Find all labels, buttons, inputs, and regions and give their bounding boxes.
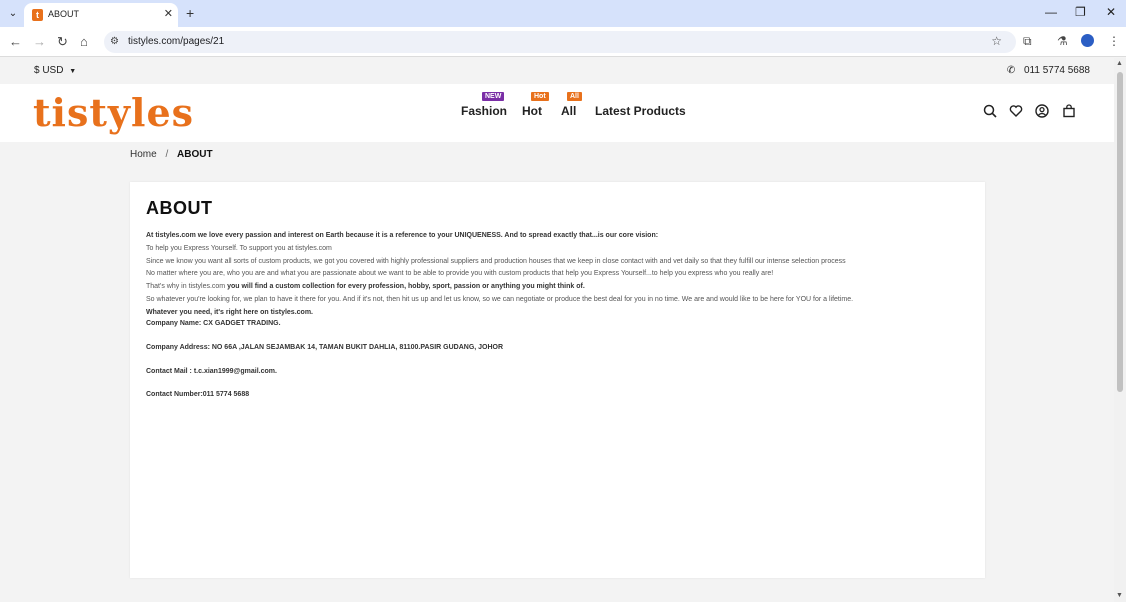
- menu-all[interactable]: All All: [561, 92, 582, 118]
- badge-new: NEW: [482, 92, 505, 101]
- tab-title: ABOUT: [48, 9, 80, 19]
- page-scrollbar[interactable]: ▲ ▼: [1114, 58, 1126, 602]
- about-paragraph: Since we know you want all sorts of cust…: [146, 257, 846, 265]
- tab-search-dropdown-icon[interactable]: ⌄: [5, 7, 21, 21]
- about-paragraph: So whatever you're looking for, we plan …: [146, 295, 854, 303]
- browser-menu-icon[interactable]: ⋮: [1108, 34, 1120, 48]
- new-tab-button[interactable]: +: [186, 5, 194, 21]
- site-logo[interactable]: tistyles: [33, 90, 194, 135]
- currency-label: $ USD: [34, 65, 64, 76]
- search-icon[interactable]: [983, 104, 997, 121]
- about-paragraph: Whatever you need, it's right here on ti…: [146, 308, 313, 316]
- breadcrumb: Home / ABOUT: [130, 149, 213, 160]
- wishlist-heart-icon[interactable]: [1009, 104, 1023, 121]
- bookmark-star-icon[interactable]: ☆: [991, 34, 1002, 48]
- about-body: At tistyles.com we love every passion an…: [146, 230, 966, 320]
- about-paragraph: No matter where you are, who you are and…: [146, 270, 774, 278]
- browser-tab-about[interactable]: t ABOUT ✕: [24, 3, 178, 27]
- site-info-icon[interactable]: ⚙: [110, 36, 119, 47]
- about-paragraph: That's why in tistyles.com you will find…: [146, 281, 966, 294]
- about-paragraph: At tistyles.com we love every passion an…: [146, 232, 659, 239]
- breadcrumb-current: ABOUT: [177, 149, 213, 160]
- browser-toolbar: ← → ↻ ⌂ ⚙ tistyles.com/pages/21 ☆ ⧉ ⚗ ⋮: [0, 27, 1126, 57]
- forward-icon[interactable]: →: [33, 34, 46, 49]
- phone-contact[interactable]: ✆ 011 5774 5688: [1007, 65, 1090, 76]
- site-header: tistyles NEW Fashion Hot Hot All All Lat…: [0, 84, 1114, 142]
- site-favicon-icon: t: [32, 9, 43, 21]
- url-text[interactable]: tistyles.com/pages/21: [128, 36, 224, 47]
- menu-fashion-label: Fashion: [461, 104, 508, 118]
- account-user-icon[interactable]: [1035, 104, 1049, 121]
- contact-number: Contact Number:011 5774 5688: [146, 391, 250, 398]
- window-close-icon[interactable]: ✕: [1106, 5, 1116, 19]
- contact-mail: Contact Mail : t.c.xian1999@gmail.com.: [146, 368, 277, 375]
- page-title: ABOUT: [146, 198, 213, 218]
- about-text: That's why in tistyles.com: [146, 283, 228, 291]
- scroll-down-icon[interactable]: ▼: [1116, 592, 1123, 599]
- labs-flask-icon[interactable]: ⚗: [1057, 34, 1068, 48]
- extensions-icon[interactable]: ⧉: [1023, 34, 1032, 49]
- page-viewport: $ USD ▼ ✆ 011 5774 5688 tistyles NEW Fas…: [0, 58, 1114, 602]
- top-bar: $ USD ▼ ✆ 011 5774 5688: [0, 58, 1114, 84]
- breadcrumb-separator: /: [165, 149, 169, 160]
- home-icon[interactable]: ⌂: [80, 34, 88, 49]
- reload-icon[interactable]: ↻: [57, 34, 68, 50]
- address-bar[interactable]: ⚙ tistyles.com/pages/21 ☆: [104, 31, 1016, 53]
- phone-icon: ✆: [1006, 65, 1016, 76]
- scrollbar-thumb[interactable]: [1117, 72, 1123, 392]
- phone-number: 011 5774 5688: [1024, 65, 1090, 76]
- menu-hot-label: Hot: [522, 104, 542, 118]
- badge-hot: Hot: [531, 92, 549, 101]
- menu-latest-products[interactable]: Latest Products: [595, 104, 686, 118]
- company-name: Company Name: CX GADGET TRADING.: [146, 320, 281, 327]
- about-paragraph: To help you Express Yourself. To support…: [146, 244, 332, 252]
- menu-latest-products-label: Latest Products: [595, 104, 686, 118]
- scroll-up-icon[interactable]: ▲: [1116, 60, 1123, 67]
- cart-bag-icon[interactable]: [1062, 104, 1076, 121]
- tab-close-icon[interactable]: ✕: [164, 7, 173, 20]
- about-text-bold: you will find a custom collection for ev…: [227, 283, 585, 291]
- about-content-card: ABOUT At tistyles.com we love every pass…: [130, 182, 985, 578]
- breadcrumb-home[interactable]: Home: [130, 149, 157, 160]
- caret-down-icon: ▼: [69, 68, 77, 75]
- menu-hot[interactable]: Hot Hot: [522, 92, 549, 118]
- minimize-icon[interactable]: ―: [1045, 5, 1057, 19]
- profile-avatar-icon[interactable]: [1081, 34, 1094, 47]
- menu-fashion[interactable]: NEW Fashion: [461, 92, 508, 118]
- browser-tab-strip: ⌄ t ABOUT ✕ + ― ❐ ✕: [0, 0, 1126, 27]
- badge-all: All: [567, 92, 582, 101]
- restore-icon[interactable]: ❐: [1075, 5, 1086, 19]
- currency-selector[interactable]: $ USD ▼: [34, 65, 76, 76]
- menu-all-label: All: [561, 104, 577, 118]
- company-address: Company Address: NO 66A ,JALAN SEJAMBAK …: [146, 344, 504, 351]
- back-icon[interactable]: ←: [9, 34, 22, 49]
